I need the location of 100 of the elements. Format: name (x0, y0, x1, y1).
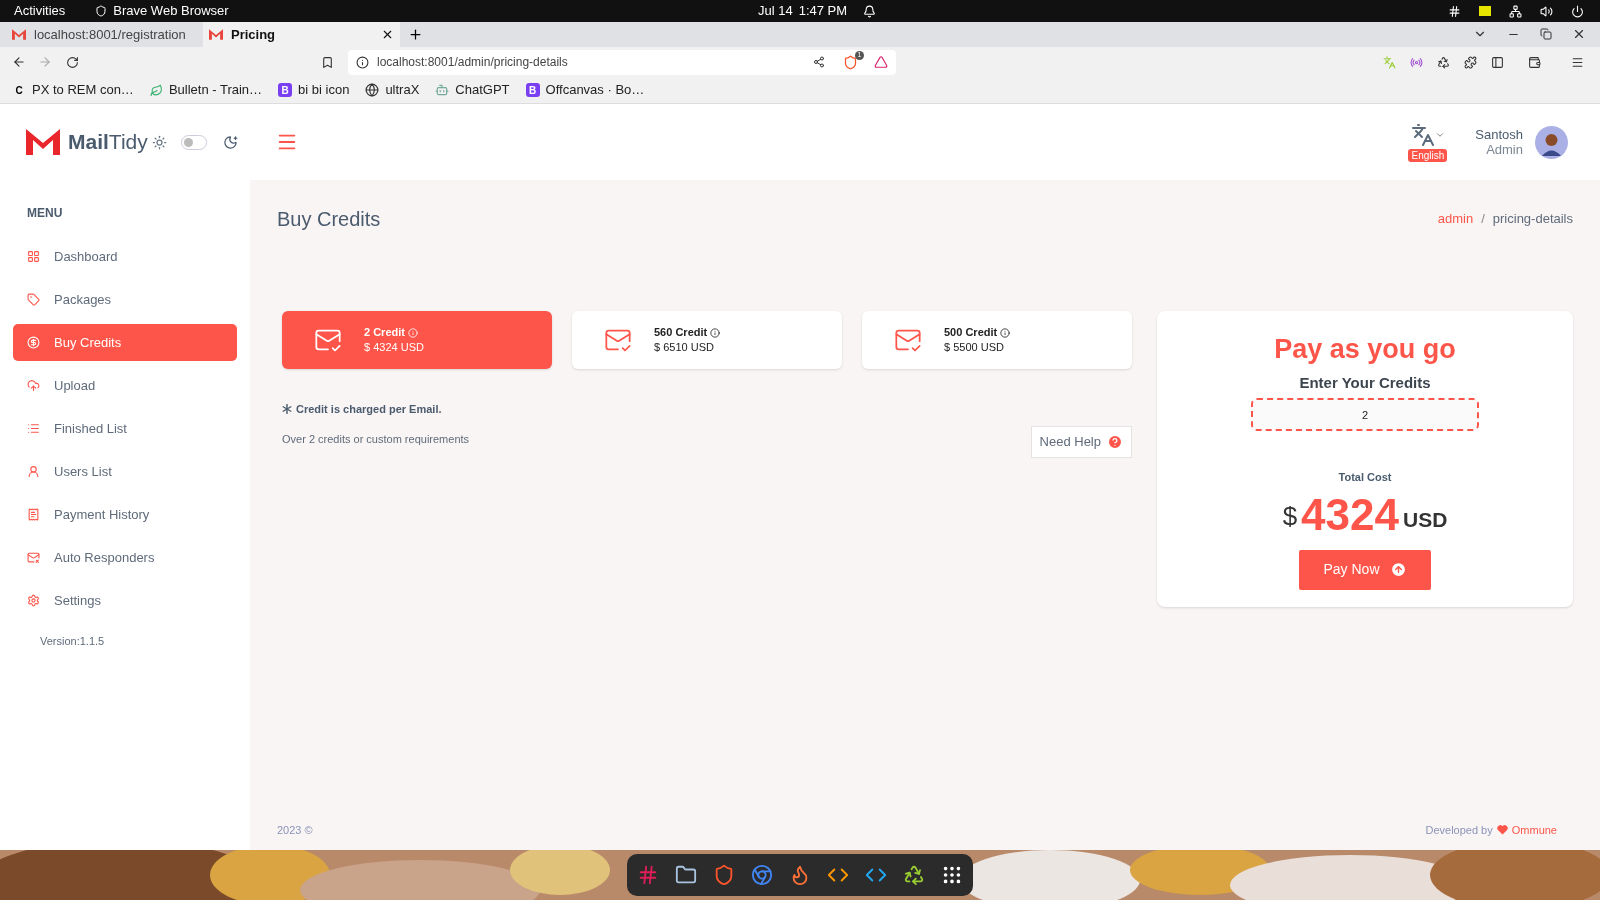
power-icon[interactable] (1571, 4, 1584, 18)
footer-credit: Developed by (1425, 822, 1493, 838)
url-text: localhost:8001/admin/pricing-details (377, 54, 568, 71)
shield-icon (95, 5, 108, 17)
translate-icon[interactable] (1410, 122, 1435, 147)
clock-time[interactable]: 1:47 PM (798, 1, 848, 21)
credit-amount: 2 Credit (364, 325, 405, 340)
app-name: Brave Web Browser (113, 2, 229, 21)
bookmark-favicon: B (278, 83, 293, 97)
brand-name: MailTidy (68, 129, 148, 156)
mail-icon (27, 551, 40, 564)
version-label: Version:1.1.5 (39, 634, 106, 649)
leaf-icon (149, 83, 163, 97)
help-icon (1107, 433, 1123, 450)
back-icon[interactable] (12, 55, 26, 69)
activities-button[interactable]: Activities (14, 1, 66, 21)
menu-heading: MENU (26, 205, 64, 222)
custom-note: Over 2 credits or custom requirements (282, 431, 470, 447)
sidebar-item[interactable]: Upload (13, 367, 237, 404)
credit-price: $ 4324 USD (364, 340, 424, 355)
bookmark-link[interactable]: ChatGPT (455, 80, 510, 100)
credit-amount: 560 Credit (654, 325, 708, 340)
page-title: Buy Credits (277, 207, 381, 232)
bot-icon (435, 83, 450, 97)
credit-price: $ 6510 USD (654, 340, 715, 355)
credit-package-card[interactable]: 560 Credit $ 6510 USD (572, 311, 842, 369)
bookmark-link[interactable]: bi bi icon (298, 80, 350, 100)
browser-tab[interactable]: localhost:8001/registration (6, 22, 203, 47)
recycle-icon[interactable] (1437, 55, 1450, 69)
footer-year: 2023 © (277, 822, 313, 838)
breadcrumb-separator: / (1481, 210, 1485, 229)
share-icon[interactable] (813, 56, 825, 68)
radio-icon[interactable] (1410, 55, 1423, 69)
close-icon[interactable] (1572, 27, 1586, 41)
bookmark-link[interactable]: ultraX (385, 80, 420, 100)
grid-icon (27, 250, 40, 263)
browser-icon[interactable] (751, 864, 773, 886)
triangle-icon[interactable] (874, 55, 888, 69)
sidebar-item[interactable]: Payment History (13, 496, 237, 533)
asterisk-icon (282, 404, 292, 415)
sidebar-item[interactable]: Users List (13, 453, 237, 490)
tag-icon (27, 293, 40, 306)
sidebar-item[interactable]: Auto Responders (13, 539, 237, 576)
sidebar-icon[interactable] (1491, 55, 1504, 69)
pay-title: Pay as you go (1274, 333, 1456, 366)
user-icon (27, 465, 40, 478)
info-icon[interactable] (1000, 327, 1011, 338)
wallet-icon[interactable] (1528, 55, 1541, 69)
logo-icon (26, 129, 60, 155)
extensions-icon[interactable] (1464, 55, 1477, 69)
globe-icon (365, 83, 380, 97)
total-cost-label: Total Cost (1338, 470, 1392, 485)
tab-title: localhost:8001/registration (34, 25, 186, 44)
settings-icon (27, 594, 40, 607)
bell-icon[interactable] (863, 4, 877, 18)
recycle-icon[interactable] (903, 864, 925, 886)
receipt-icon (27, 508, 40, 521)
arrow-up-icon (1389, 561, 1407, 578)
currency-unit: USD (1403, 507, 1448, 533)
shield-icon[interactable] (713, 864, 735, 886)
browser-tab[interactable]: Pricing (203, 22, 400, 47)
sidebar-item[interactable]: Settings (13, 582, 237, 619)
reload-icon[interactable] (66, 55, 79, 69)
menu-icon[interactable] (1571, 55, 1584, 69)
info-icon[interactable] (710, 327, 721, 338)
bookmark-link[interactable]: Offcanvas · Bo… (545, 80, 645, 100)
list-icon (27, 422, 40, 435)
credit-note: Credit is charged per Email. (296, 402, 442, 417)
restore-icon[interactable] (1540, 28, 1552, 40)
bookmark-icon[interactable] (321, 55, 334, 69)
bookmark-link[interactable]: PX to REM con… (32, 80, 134, 100)
bookmark-favicon: B (525, 83, 540, 97)
volume-icon[interactable] (1540, 4, 1553, 18)
bookmark-link[interactable]: Bulletn - Train… (168, 80, 263, 100)
user-avatar[interactable] (1535, 125, 1568, 159)
close-icon[interactable] (381, 28, 394, 41)
total-amount: 4324 (1301, 489, 1399, 540)
bookmark-favicon: C (14, 83, 24, 97)
sidebar-item[interactable]: Dashboard (13, 238, 237, 275)
mail-logo-icon (209, 29, 223, 40)
need-help-button[interactable]: Need Help (1030, 425, 1132, 458)
credits-input[interactable]: 2 (1251, 398, 1479, 431)
app-grid-icon[interactable] (941, 864, 963, 886)
credit-amount: 500 Credit (944, 325, 998, 340)
user-name: Santosh (1475, 127, 1523, 142)
new-tab-icon[interactable] (408, 27, 423, 42)
clock-date[interactable]: Jul 14 (758, 1, 793, 21)
heart-icon (1496, 825, 1508, 835)
network-icon[interactable] (1509, 4, 1522, 18)
credits-label: Enter Your Credits (1299, 372, 1431, 393)
theme-toggle[interactable] (180, 134, 207, 150)
folder-icon[interactable] (675, 864, 697, 886)
info-icon (356, 55, 369, 69)
user-role: Admin (1486, 142, 1523, 157)
sidebar-item[interactable]: Packages (13, 281, 237, 318)
shield-icon[interactable] (843, 54, 858, 70)
sidebar-item[interactable]: Finished List (13, 410, 237, 447)
credit-package-card[interactable]: 500 Credit $ 5500 USD (862, 311, 1132, 369)
moon-icon (222, 134, 238, 150)
cloud-upload-icon (27, 379, 40, 392)
